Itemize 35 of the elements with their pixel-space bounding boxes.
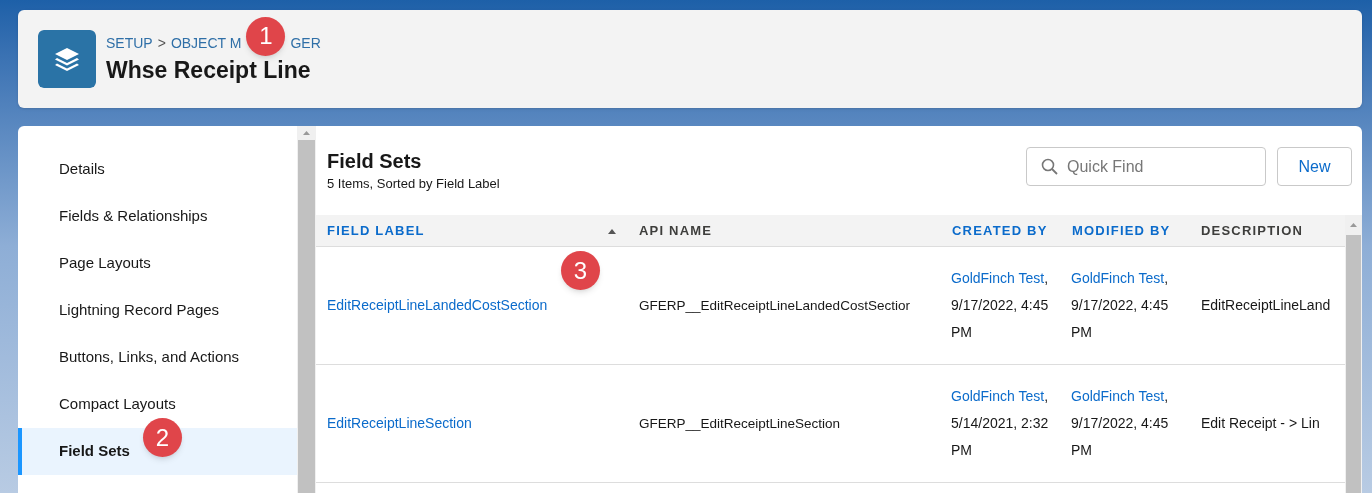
sidebar-item[interactable]: Lightning Record Pages bbox=[18, 287, 297, 334]
callout-marker: 1 bbox=[246, 16, 286, 56]
quick-find-field[interactable]: Quick Find bbox=[1026, 147, 1266, 186]
breadcrumb-link[interactable]: OBJECT M bbox=[170, 32, 242, 54]
table-cell-text: GoldFinch Test, 9/17/2022, 4:45 PM bbox=[1070, 269, 1170, 342]
table-cell-text: Edit Receipt - > Lin bbox=[1200, 414, 1321, 433]
scrollbar[interactable] bbox=[297, 126, 316, 493]
breadcrumb-separator: > bbox=[157, 33, 166, 53]
sort-ascending-icon[interactable] bbox=[607, 227, 617, 234]
table-cell-text: GoldFinch Test, 9/17/2022, 4:45 PM bbox=[950, 269, 1050, 342]
field-label-link[interactable]: EditReceiptLineSection bbox=[316, 410, 628, 437]
column-header[interactable]: CREATED BY bbox=[952, 220, 1048, 241]
item-count: 5 Items, Sorted by Field Label bbox=[327, 175, 500, 193]
layers-icon bbox=[38, 30, 96, 88]
field-label-link[interactable]: EditReceiptLineLandedCostSection bbox=[316, 292, 628, 319]
column-header: API NAME bbox=[639, 221, 713, 240]
table-cell-text: EditReceiptLineLand bbox=[1200, 296, 1330, 315]
sidebar-item[interactable]: Fields & Relationships bbox=[18, 193, 297, 240]
column-header[interactable]: MODIFIED BY bbox=[1072, 220, 1171, 241]
table-scrollbar[interactable] bbox=[1345, 215, 1362, 493]
breadcrumb-link[interactable]: SETUP bbox=[106, 32, 153, 54]
sidebar-item[interactable]: Buttons, Links, and Actions bbox=[18, 334, 297, 381]
search-icon bbox=[1041, 158, 1058, 175]
column-header[interactable]: FIELD LABEL bbox=[327, 220, 425, 241]
table-cell-text: GFERP__EditReceiptLineLandedCostSectior bbox=[638, 297, 911, 315]
sidebar-item[interactable]: Details bbox=[18, 146, 297, 193]
section-title: Field Sets bbox=[327, 149, 423, 174]
sidebar-item[interactable]: Page Layouts bbox=[18, 240, 297, 287]
column-header: DESCRIPTION bbox=[1201, 221, 1304, 240]
new-button[interactable]: New bbox=[1277, 147, 1352, 186]
table-cell-text: GoldFinch Test, 5/14/2021, 2:32 PM bbox=[950, 387, 1050, 460]
table-cell-text: GFERP__EditReceiptLineSection bbox=[638, 415, 842, 433]
table-cell-text: GoldFinch Test, 9/17/2022, 4:45 PM bbox=[1070, 387, 1170, 460]
page-title: Whse Receipt Line bbox=[106, 55, 312, 85]
breadcrumb-link[interactable]: GER bbox=[290, 32, 321, 54]
